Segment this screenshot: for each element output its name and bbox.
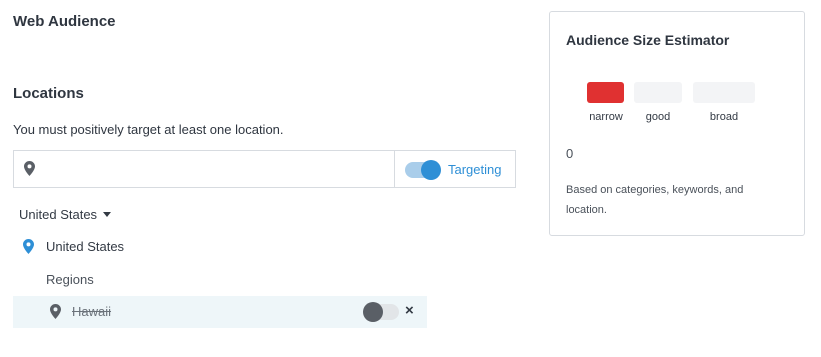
estimator-label-broad: broad <box>709 111 739 123</box>
map-pin-icon <box>50 304 61 324</box>
region-name: Hawaii <box>72 304 112 319</box>
targeting-label[interactable]: Targeting <box>448 162 501 177</box>
locations-helper-text: You must positively target at least one … <box>13 122 284 137</box>
audience-size-estimator: Audience Size Estimator narrow good broa… <box>549 11 805 236</box>
caret-down-icon <box>103 212 112 217</box>
estimator-value: 0 <box>566 146 574 161</box>
estimator-note: Based on categories, keywords, and locat… <box>566 184 744 216</box>
estimator-label-narrow: narrow <box>589 111 623 123</box>
toggle-knob <box>363 302 383 322</box>
location-search-input[interactable] <box>50 157 390 181</box>
estimator-title: Audience Size Estimator <box>566 32 730 48</box>
targeting-toggle[interactable] <box>405 160 441 180</box>
estimator-segment-narrow <box>587 82 624 103</box>
close-icon[interactable]: × <box>405 302 414 319</box>
regions-label: Regions <box>46 272 94 287</box>
map-pin-icon <box>23 239 34 257</box>
estimator-segment-broad <box>693 82 755 103</box>
country-dropdown[interactable]: United States <box>19 207 112 222</box>
selected-country-label: United States <box>46 239 125 254</box>
estimator-segment-good <box>634 82 682 103</box>
locations-heading: Locations <box>13 85 84 102</box>
region-targeting-toggle[interactable] <box>363 302 399 322</box>
toggle-knob <box>421 160 441 180</box>
web-audience-heading: Web Audience <box>13 13 116 30</box>
estimator-label-good: good <box>645 111 671 123</box>
region-row: Hawaii × <box>13 296 427 328</box>
country-dropdown-value: United States <box>19 207 98 222</box>
input-divider <box>394 151 395 187</box>
map-pin-icon <box>24 161 35 181</box>
location-search-box: Targeting <box>13 150 516 188</box>
